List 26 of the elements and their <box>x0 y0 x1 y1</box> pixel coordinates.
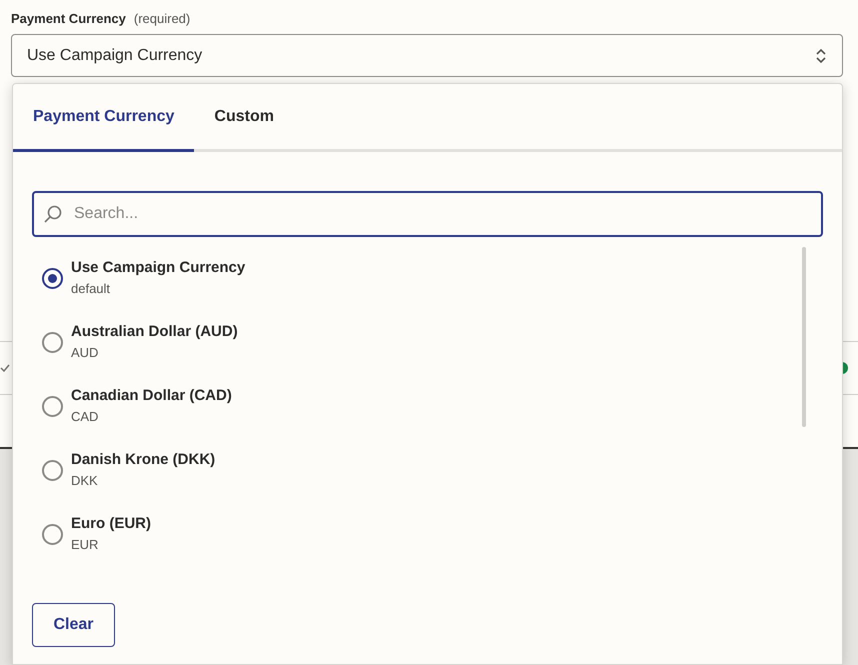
option-title[interactable]: Canadian Dollar (CAD) <box>71 386 232 406</box>
option-title[interactable]: Danish Krone (DKK) <box>71 450 216 470</box>
radio-button[interactable] <box>42 524 63 545</box>
chevron-updown-icon <box>815 46 827 64</box>
field-label: Payment Currency <box>11 10 126 28</box>
required-hint: (required) <box>134 10 190 28</box>
option-code: CAD <box>71 408 100 426</box>
option-title[interactable]: Use Campaign Currency <box>71 258 246 278</box>
option-title[interactable]: Australian Dollar (AUD) <box>71 322 238 342</box>
radio-button[interactable] <box>42 268 63 289</box>
tab[interactable]: Payment Currency <box>13 84 194 152</box>
option-title[interactable]: Euro (EUR) <box>71 514 151 534</box>
scrollbar-thumb[interactable] <box>802 247 806 427</box>
option-code: default <box>71 280 112 298</box>
checkmark-icon <box>0 364 10 372</box>
option-code: DKK <box>71 472 99 490</box>
clear-button[interactable]: Clear <box>32 603 115 647</box>
option-code: EUR <box>71 536 100 554</box>
search-field[interactable]: Search... <box>32 191 823 237</box>
radio-button[interactable] <box>42 396 63 417</box>
option-code: AUD <box>71 344 100 362</box>
radio-button[interactable] <box>42 460 63 481</box>
tab[interactable]: Custom <box>194 84 294 149</box>
currency-select[interactable]: Use Campaign Currency <box>11 34 843 77</box>
radio-button[interactable] <box>42 332 63 353</box>
search-icon <box>43 204 63 224</box>
